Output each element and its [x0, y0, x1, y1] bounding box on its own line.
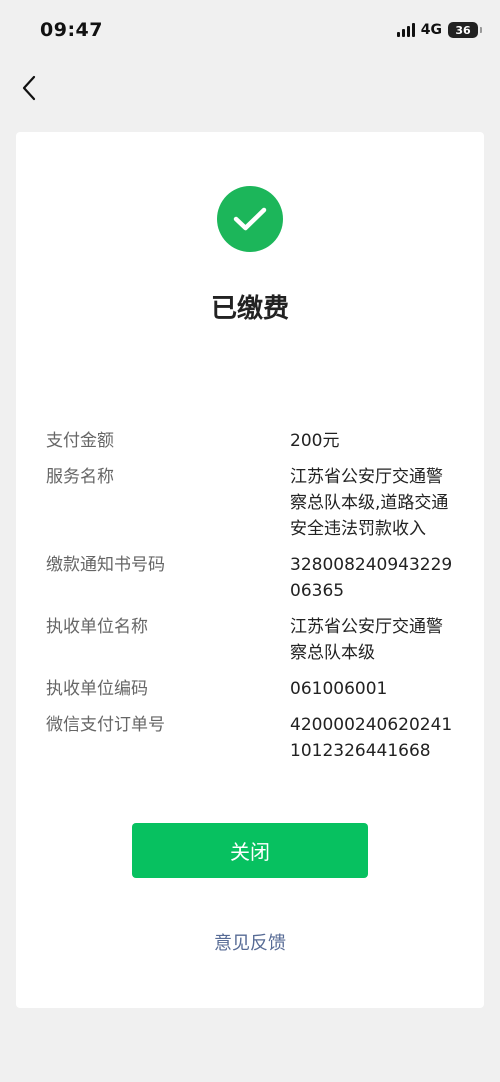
status-time: 09:47	[40, 19, 103, 41]
detail-value: 江苏省公安厅交通警察总队本级,道路交通安全违法罚款收入	[290, 467, 449, 539]
detail-value: 200元	[290, 431, 340, 451]
status-indicators: 4G 36	[396, 22, 482, 38]
detail-row-notice-number: 缴款通知书号码 32800824094322906365	[46, 552, 466, 604]
detail-label: 服务名称	[46, 467, 114, 487]
detail-row-order-number: 微信支付订单号 4200002406202411012326441668	[46, 712, 466, 764]
detail-label: 执收单位名称	[46, 617, 148, 637]
detail-row-amount: 支付金额 200元	[46, 428, 466, 454]
detail-value: 32800824094322906365	[290, 555, 453, 601]
success-badge	[217, 186, 283, 252]
detail-label: 支付金额	[46, 431, 114, 451]
payment-status-title: 已缴费	[210, 294, 289, 324]
detail-label: 执收单位编码	[46, 679, 148, 699]
payment-result-card: 已缴费 支付金额 200元 服务名称 江苏省公安厅交通警察总队本级,道路交通安全…	[16, 132, 484, 1008]
feedback-link[interactable]: 意见反馈	[16, 929, 484, 955]
check-icon	[233, 207, 267, 231]
detail-value: 061006001	[290, 679, 388, 699]
detail-value: 4200002406202411012326441668	[290, 715, 453, 761]
detail-row-service: 服务名称 江苏省公安厅交通警察总队本级,道路交通安全违法罚款收入	[46, 464, 466, 542]
detail-label: 缴款通知书号码	[46, 555, 165, 575]
status-bar: 09:47 4G 36	[0, 0, 500, 60]
signal-icon	[396, 23, 415, 37]
close-button[interactable]: 关闭	[132, 823, 368, 878]
detail-label: 微信支付订单号	[46, 715, 165, 735]
detail-row-unit-code: 执收单位编码 061006001	[46, 676, 466, 702]
detail-value: 江苏省公安厅交通警察总队本级	[290, 617, 443, 663]
battery-level: 36	[455, 23, 471, 37]
battery-icon: 36	[448, 22, 482, 38]
chevron-left-icon	[22, 75, 36, 101]
network-type: 4G	[420, 22, 442, 38]
payment-details: 支付金额 200元 服务名称 江苏省公安厅交通警察总队本级,道路交通安全违法罚款…	[46, 428, 466, 774]
back-button[interactable]	[14, 70, 44, 106]
detail-row-unit-name: 执收单位名称 江苏省公安厅交通警察总队本级	[46, 614, 466, 666]
